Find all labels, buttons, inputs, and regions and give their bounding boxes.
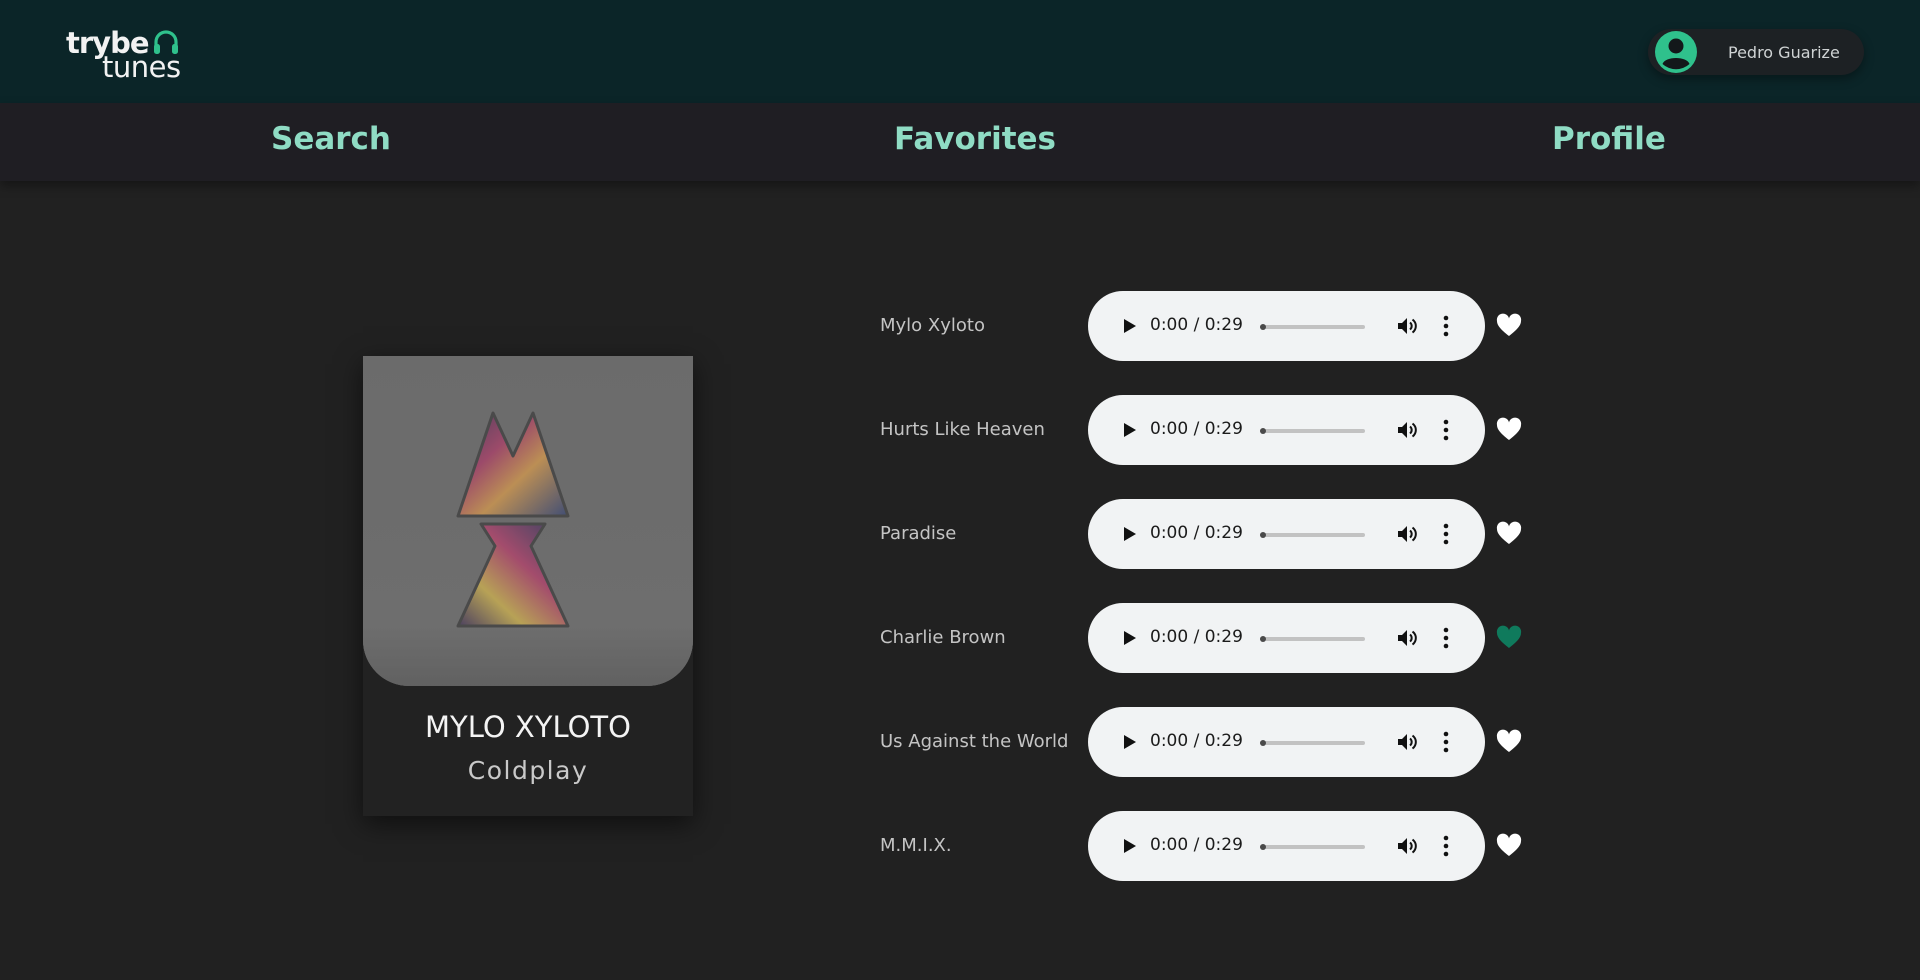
audio-time: 0:00 / 0:29 — [1150, 315, 1243, 335]
volume-icon[interactable] — [1396, 731, 1418, 753]
audio-progress-fill — [1260, 428, 1267, 434]
heart-icon[interactable] — [1496, 625, 1522, 651]
volume-icon[interactable] — [1396, 627, 1418, 649]
track-row: M.M.I.X. 0:00 / 0:29 — [880, 811, 1540, 881]
audio-player: 0:00 / 0:29 — [1088, 707, 1485, 777]
audio-progress-fill — [1260, 532, 1267, 538]
main-nav: Search Favorites Profile — [0, 103, 1920, 181]
play-icon[interactable] — [1120, 733, 1138, 751]
audio-progress-fill — [1260, 636, 1267, 642]
track-row: Hurts Like Heaven 0:00 / 0:29 — [880, 395, 1540, 465]
play-icon[interactable] — [1120, 421, 1138, 439]
nav-link-profile[interactable]: Profile — [1552, 121, 1666, 157]
audio-player: 0:00 / 0:29 — [1088, 291, 1485, 361]
track-row: Charlie Brown 0:00 / 0:29 — [880, 603, 1540, 673]
more-vertical-icon[interactable] — [1442, 731, 1450, 753]
heart-icon[interactable] — [1496, 417, 1522, 443]
audio-progress-fill — [1260, 740, 1267, 746]
trybe-tunes-logo: trybe tunes — [66, 26, 196, 84]
album-artist: Coldplay — [467, 756, 589, 785]
more-vertical-icon[interactable] — [1442, 315, 1450, 337]
audio-progress-fill — [1260, 844, 1267, 850]
heart-icon[interactable] — [1496, 833, 1522, 859]
audio-time: 0:00 / 0:29 — [1150, 419, 1243, 439]
more-vertical-icon[interactable] — [1442, 627, 1450, 649]
audio-player: 0:00 / 0:29 — [1088, 811, 1485, 881]
audio-progress-slider[interactable] — [1260, 324, 1365, 330]
user-avatar-icon — [1655, 31, 1697, 73]
heart-icon[interactable] — [1496, 521, 1522, 547]
play-icon[interactable] — [1120, 629, 1138, 647]
album-card: MYLO XYLOTO Coldplay — [363, 356, 693, 816]
volume-icon[interactable] — [1396, 315, 1418, 337]
play-icon[interactable] — [1120, 317, 1138, 335]
audio-progress-slider[interactable] — [1260, 844, 1365, 850]
album-artwork-graphic — [363, 356, 693, 686]
audio-player: 0:00 / 0:29 — [1088, 603, 1485, 673]
audio-progress-slider[interactable] — [1260, 636, 1365, 642]
track-row: Us Against the World 0:00 / 0:29 — [880, 707, 1540, 777]
app-header: trybe tunes Pedro Guarize — [0, 0, 1920, 103]
track-name: Charlie Brown — [880, 627, 1006, 648]
audio-player: 0:00 / 0:29 — [1088, 499, 1485, 569]
nav-link-favorites[interactable]: Favorites — [894, 121, 1056, 157]
logo-text-bottom: tunes — [102, 50, 181, 84]
audio-progress-slider[interactable] — [1260, 740, 1365, 746]
album-cover-image — [363, 356, 693, 686]
heart-icon[interactable] — [1496, 729, 1522, 755]
audio-time: 0:00 / 0:29 — [1150, 731, 1243, 751]
track-name: Mylo Xyloto — [880, 315, 985, 336]
play-icon[interactable] — [1120, 837, 1138, 855]
volume-icon[interactable] — [1396, 419, 1418, 441]
audio-progress-slider[interactable] — [1260, 532, 1365, 538]
track-name: Paradise — [880, 523, 957, 544]
audio-time: 0:00 / 0:29 — [1150, 835, 1243, 855]
track-name: Us Against the World — [880, 731, 1069, 752]
user-name: Pedro Guarize — [1728, 43, 1840, 62]
play-icon[interactable] — [1120, 525, 1138, 543]
audio-time: 0:00 / 0:29 — [1150, 523, 1243, 543]
audio-progress-slider[interactable] — [1260, 428, 1365, 434]
track-row: Mylo Xyloto 0:00 / 0:29 — [880, 291, 1540, 361]
heart-icon[interactable] — [1496, 313, 1522, 339]
track-name: M.M.I.X. — [880, 835, 952, 856]
track-name: Hurts Like Heaven — [880, 419, 1045, 440]
more-vertical-icon[interactable] — [1442, 419, 1450, 441]
album-title: MYLO XYLOTO — [425, 710, 631, 744]
audio-progress-fill — [1260, 324, 1267, 330]
more-vertical-icon[interactable] — [1442, 835, 1450, 857]
more-vertical-icon[interactable] — [1442, 523, 1450, 545]
user-profile-pill[interactable]: Pedro Guarize — [1648, 29, 1864, 75]
audio-player: 0:00 / 0:29 — [1088, 395, 1485, 465]
volume-icon[interactable] — [1396, 835, 1418, 857]
nav-link-search[interactable]: Search — [271, 121, 391, 157]
volume-icon[interactable] — [1396, 523, 1418, 545]
track-row: Paradise 0:00 / 0:29 — [880, 499, 1540, 569]
audio-time: 0:00 / 0:29 — [1150, 627, 1243, 647]
